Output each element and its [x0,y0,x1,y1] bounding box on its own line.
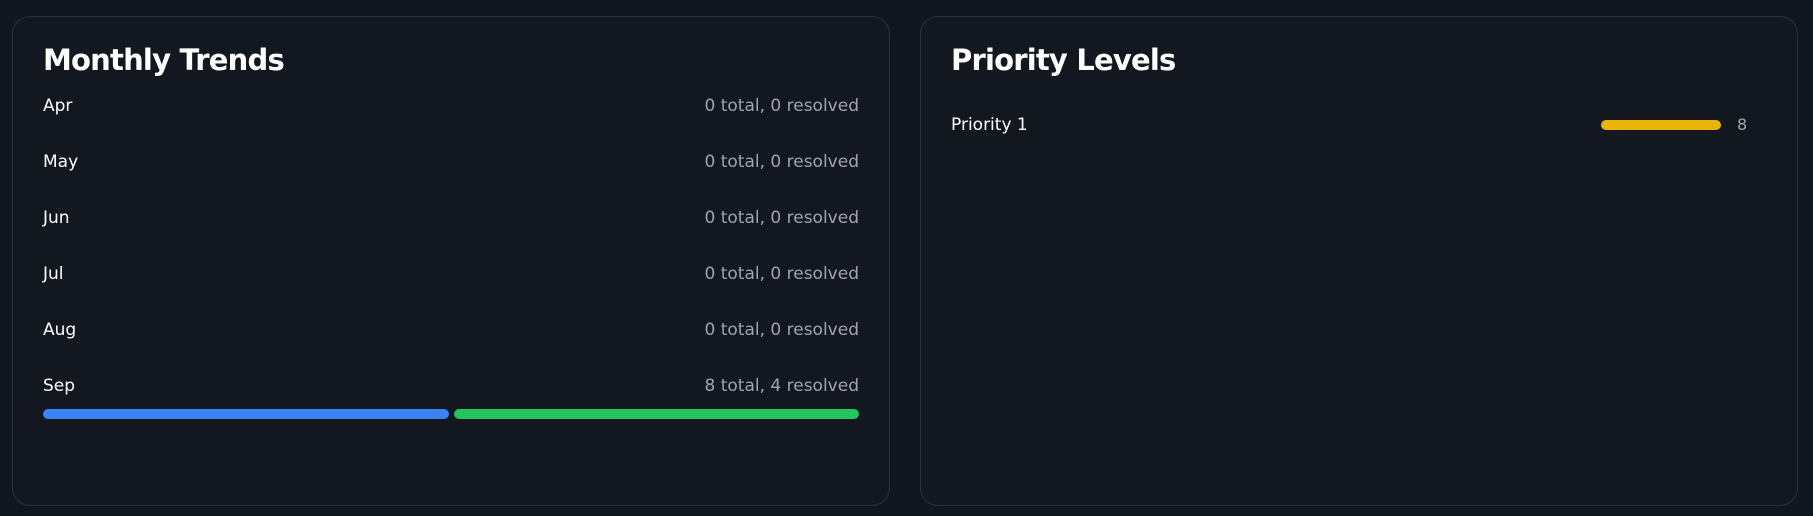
month-label: Jul [43,264,64,284]
month-stats: 0 total, 0 resolved [704,208,860,228]
month-label: Aug [43,320,77,340]
priority-levels-card: Priority Levels Priority 1 8 [920,16,1798,506]
total-bar [43,409,449,419]
month-bars [43,129,859,139]
month-bars [43,409,859,419]
month-label: May [43,152,79,172]
monthly-trends-card: Monthly Trends Apr 0 total, 0 resolved M… [12,16,890,506]
month-row-jul: Jul 0 total, 0 resolved [43,262,859,302]
month-stats: 0 total, 0 resolved [704,96,860,116]
priority-bar-track [1601,120,1721,130]
month-stats: 8 total, 4 resolved [704,376,860,396]
resolved-bar [453,409,859,419]
month-row-jun: Jun 0 total, 0 resolved [43,206,859,246]
month-label: Apr [43,96,73,116]
month-label: Sep [43,376,76,396]
month-bars [43,353,859,363]
month-row-may: May 0 total, 0 resolved [43,150,859,190]
month-row-aug: Aug 0 total, 0 resolved [43,318,859,358]
month-row-sep: Sep 8 total, 4 resolved [43,374,860,419]
month-stats: 0 total, 0 resolved [704,320,860,340]
priority-bar-fill [1601,120,1721,130]
month-label: Jun [43,208,70,228]
priority-label: Priority 1 [951,115,1028,135]
month-row-apr: Apr 0 total, 0 resolved [43,94,859,134]
priority-row: Priority 1 8 [951,113,1767,137]
month-bars [43,185,859,195]
monthly-trends-title: Monthly Trends [43,43,285,77]
month-bars [43,297,859,307]
month-stats: 0 total, 0 resolved [704,264,860,284]
month-stats: 0 total, 0 resolved [704,152,860,172]
priority-levels-title: Priority Levels [951,43,1176,77]
priority-count: 8 [1737,115,1748,134]
month-bars [43,241,859,251]
